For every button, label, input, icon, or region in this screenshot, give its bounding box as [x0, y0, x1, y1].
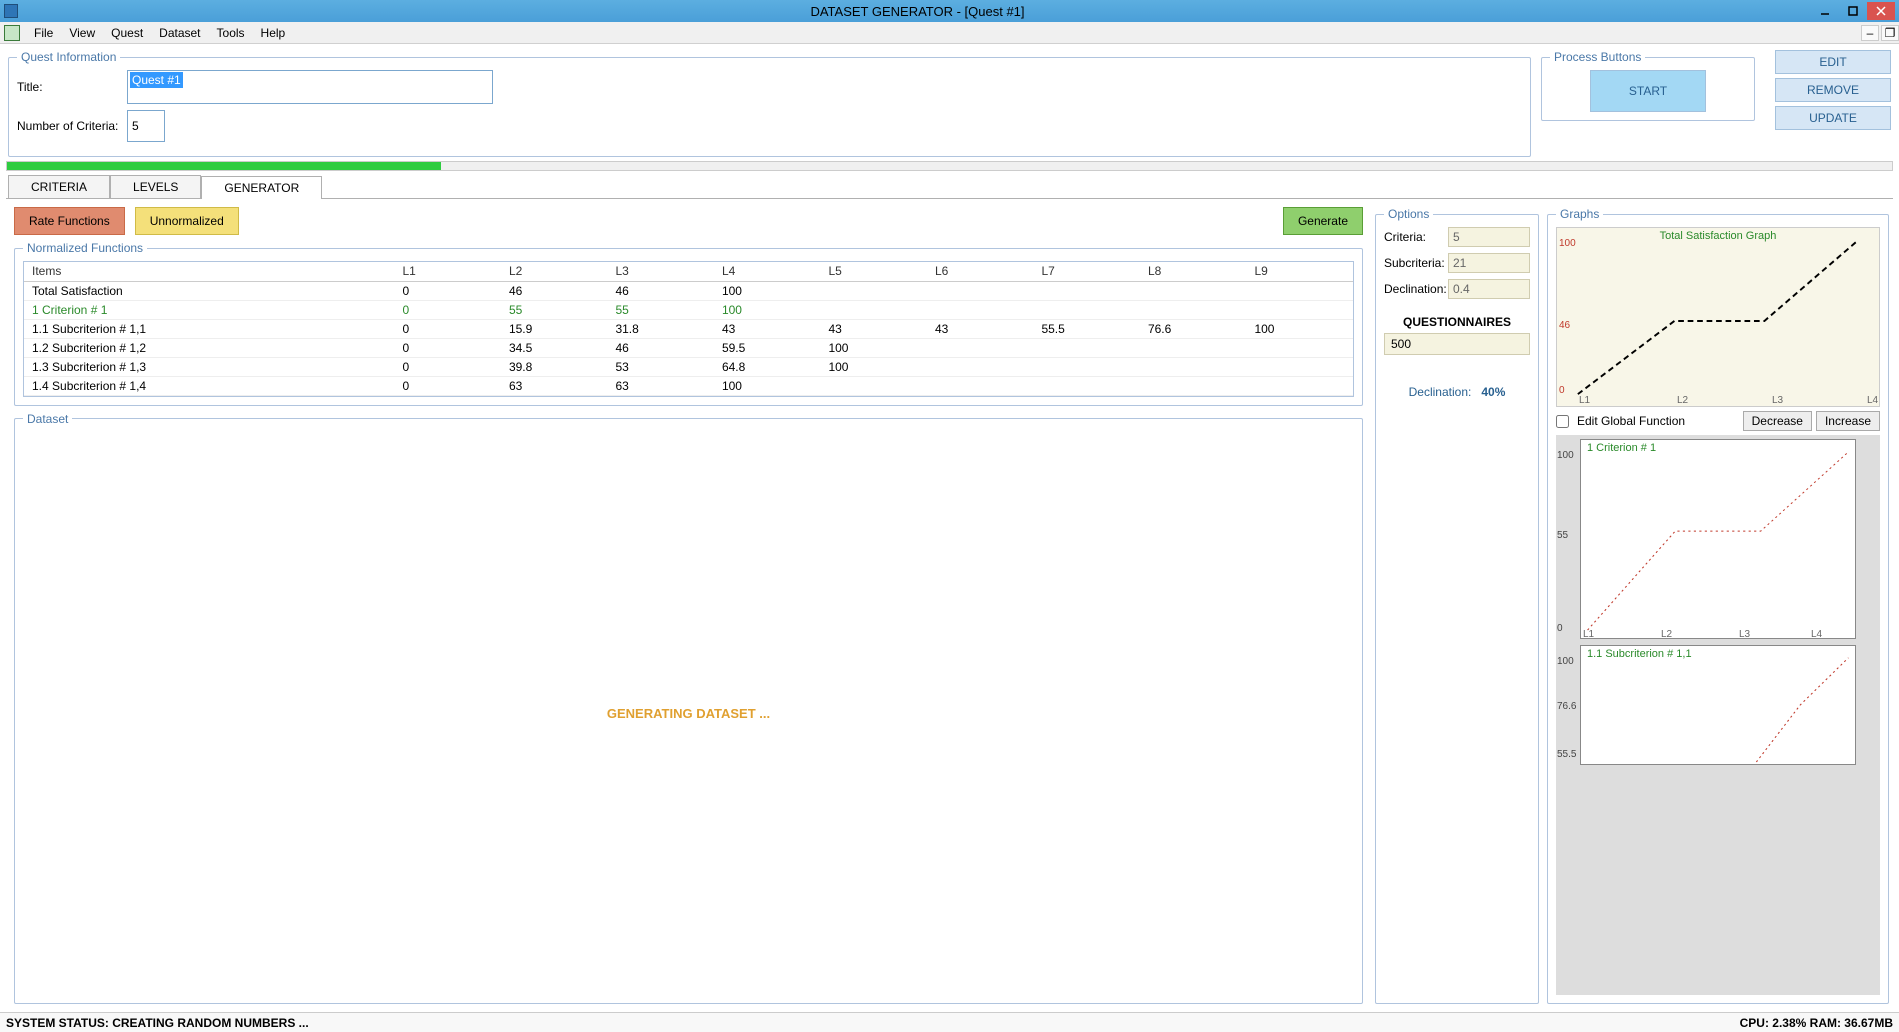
dataset-legend: Dataset — [23, 412, 72, 426]
minimize-button[interactable] — [1811, 2, 1839, 20]
app-icon — [4, 4, 18, 18]
questionnaires-input[interactable] — [1384, 333, 1530, 355]
graphs-legend: Graphs — [1556, 207, 1603, 221]
col-header: L2 — [501, 262, 608, 281]
opt-criteria-val: 5 — [1448, 227, 1530, 247]
window-title: DATASET GENERATOR - [Quest #1] — [24, 4, 1811, 19]
mini-charts-scroll[interactable]: 1 Criterion # 1 100 55 0 L1 L2 L3 L4 1.1 — [1556, 435, 1880, 995]
generating-msg: GENERATING DATASET ... — [607, 706, 770, 721]
opt-declination-label: Declination: — [1384, 282, 1448, 296]
update-button[interactable]: UPDATE — [1775, 106, 1891, 130]
col-header: L5 — [820, 262, 927, 281]
title-label: Title: — [17, 80, 127, 94]
table-row[interactable]: 1.1 Subcriterion # 1,1015.931.843434355.… — [24, 319, 1353, 338]
close-button[interactable] — [1867, 2, 1895, 20]
col-header: L3 — [607, 262, 714, 281]
dataset-fieldset: Dataset GENERATING DATASET ... — [14, 412, 1363, 1005]
table-row[interactable]: 1.4 Subcriterion # 1,406363100 — [24, 376, 1353, 395]
status-bar: SYSTEM STATUS: CREATING RANDOM NUMBERS .… — [0, 1012, 1899, 1032]
menubar: File View Quest Dataset Tools Help – ❐ — [0, 22, 1899, 44]
unnormalized-button[interactable]: Unnormalized — [135, 207, 239, 235]
menu-help[interactable]: Help — [253, 24, 294, 42]
normalized-legend: Normalized Functions — [23, 241, 147, 255]
status-left: SYSTEM STATUS: CREATING RANDOM NUMBERS .… — [6, 1016, 309, 1030]
options-legend: Options — [1384, 207, 1433, 221]
table-row[interactable]: 1.3 Subcriterion # 1,3039.85364.8100 — [24, 357, 1353, 376]
tab-generator[interactable]: GENERATOR — [201, 176, 322, 199]
start-button[interactable]: START — [1590, 70, 1706, 112]
menu-file[interactable]: File — [26, 24, 61, 42]
titlebar: DATASET GENERATOR - [Quest #1] — [0, 0, 1899, 22]
menu-tools[interactable]: Tools — [209, 24, 253, 42]
opt-criteria-label: Criteria: — [1384, 230, 1448, 244]
col-header: L8 — [1140, 262, 1247, 281]
mini-chart-criterion1: 1 Criterion # 1 100 55 0 L1 L2 L3 L4 — [1580, 439, 1856, 639]
opt-subcriteria-label: Subcriteria: — [1384, 256, 1448, 270]
menu-dataset[interactable]: Dataset — [151, 24, 208, 42]
increase-button[interactable]: Increase — [1816, 411, 1880, 431]
process-fieldset: Process Buttons START — [1541, 50, 1755, 121]
title-input[interactable]: Quest #1 — [127, 70, 493, 104]
total-satisfaction-chart: Total Satisfaction Graph 100 46 0 L1 L2 … — [1556, 227, 1880, 407]
criteria-count-input[interactable] — [127, 110, 165, 142]
opt-subcriteria-val: 21 — [1448, 253, 1530, 273]
quest-info-legend: Quest Information — [17, 50, 120, 64]
tab-levels[interactable]: LEVELS — [110, 175, 201, 198]
remove-button[interactable]: REMOVE — [1775, 78, 1891, 102]
normalized-fieldset: Normalized Functions ItemsL1L2L3L4L5L6L7… — [14, 241, 1363, 406]
col-header: L1 — [394, 262, 501, 281]
edit-global-label: Edit Global Function — [1577, 414, 1685, 428]
menu-view[interactable]: View — [61, 24, 103, 42]
quest-info-fieldset: Quest Information Title: Quest #1 Number… — [8, 50, 1531, 157]
status-right: CPU: 2.38% RAM: 36.67MB — [1740, 1016, 1893, 1030]
table-row[interactable]: 1.2 Subcriterion # 1,2034.54659.5100 — [24, 338, 1353, 357]
process-legend: Process Buttons — [1550, 50, 1645, 64]
normalized-table-scroll[interactable]: ItemsL1L2L3L4L5L6L7L8L9 Total Satisfacti… — [23, 261, 1354, 397]
progress-bar — [6, 161, 1893, 171]
options-fieldset: Options Criteria: 5 Subcriteria: 21 Decl… — [1375, 207, 1539, 1004]
tab-criteria[interactable]: CRITERIA — [8, 175, 110, 198]
table-row[interactable]: Total Satisfaction04646100 — [24, 281, 1353, 300]
col-header: Items — [24, 262, 394, 281]
opt-declination-val: 0.4 — [1448, 279, 1530, 299]
decl2-label: Declination: — [1409, 385, 1472, 399]
edit-global-checkbox[interactable] — [1556, 415, 1569, 428]
col-header: L9 — [1246, 262, 1353, 281]
generate-button[interactable]: Generate — [1283, 207, 1363, 235]
col-header: L6 — [927, 262, 1034, 281]
document-icon — [4, 25, 20, 41]
mdi-min-icon[interactable]: – — [1861, 25, 1879, 41]
col-header: L4 — [714, 262, 821, 281]
rate-functions-button[interactable]: Rate Functions — [14, 207, 125, 235]
col-header: L7 — [1033, 262, 1140, 281]
decl2-val: 40% — [1481, 385, 1505, 399]
edit-button[interactable]: EDIT — [1775, 50, 1891, 74]
normalized-table: ItemsL1L2L3L4L5L6L7L8L9 Total Satisfacti… — [24, 262, 1353, 396]
table-row[interactable]: 1 Criterion # 105555100 — [24, 300, 1353, 319]
graphs-fieldset: Graphs Total Satisfaction Graph 100 46 0… — [1547, 207, 1889, 1004]
mdi-restore-icon[interactable]: ❐ — [1881, 25, 1899, 41]
maximize-button[interactable] — [1839, 2, 1867, 20]
criteria-count-label: Number of Criteria: — [17, 119, 127, 133]
decrease-button[interactable]: Decrease — [1743, 411, 1812, 431]
menu-quest[interactable]: Quest — [103, 24, 151, 42]
mini-chart-subcriterion11: 1.1 Subcriterion # 1,1 100 76.6 55.5 — [1580, 645, 1856, 765]
questionnaires-label: QUESTIONNAIRES — [1384, 315, 1530, 329]
